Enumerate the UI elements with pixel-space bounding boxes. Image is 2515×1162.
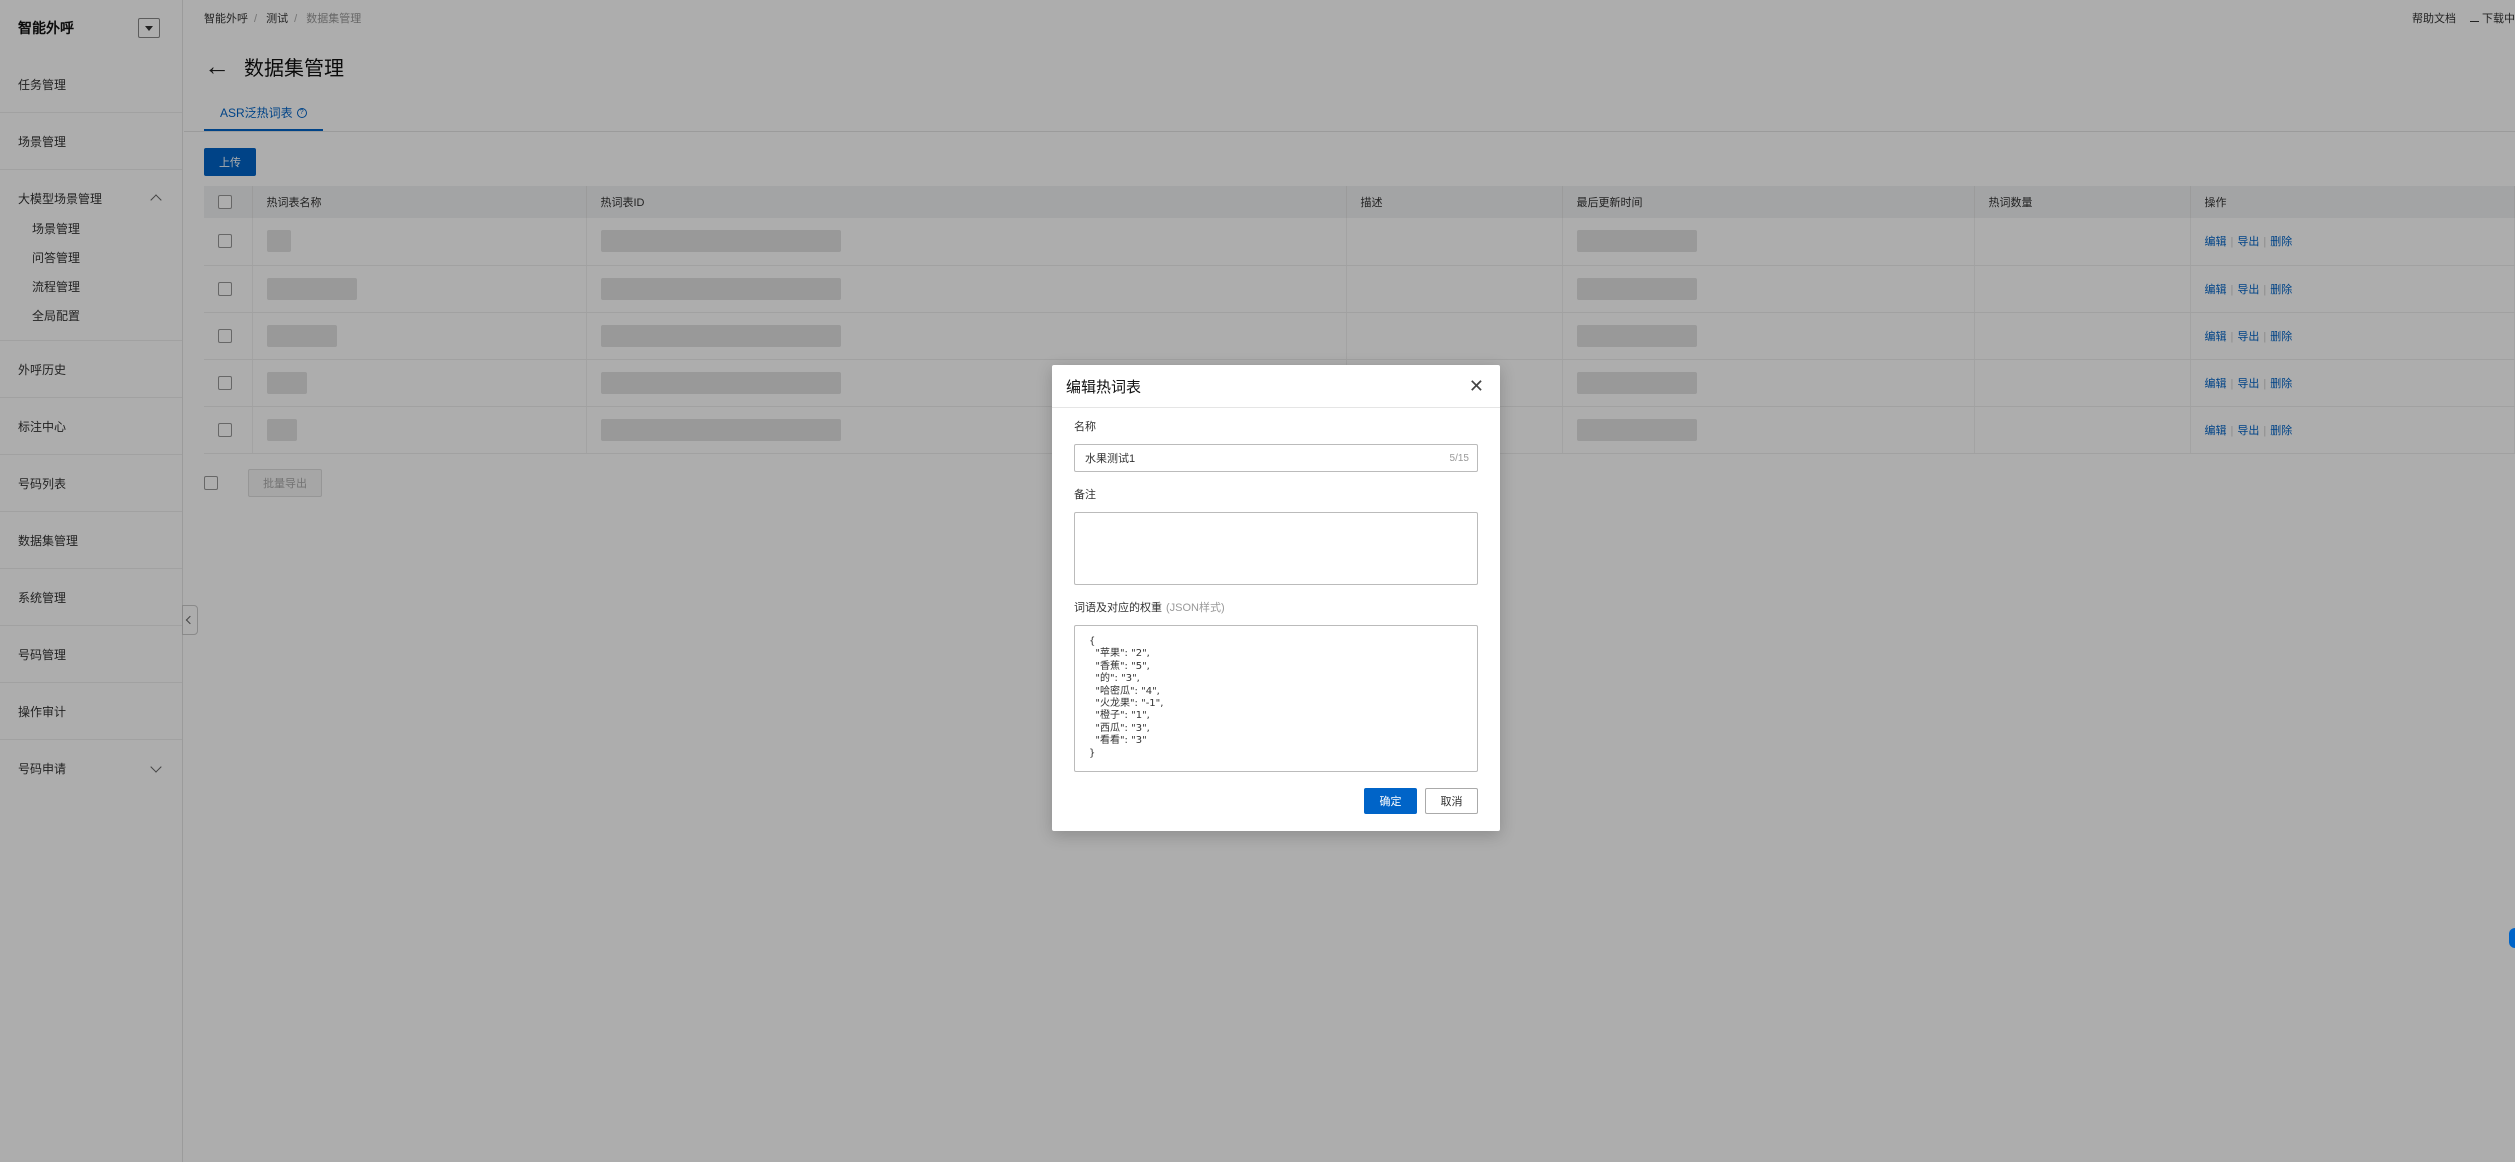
cancel-button[interactable]: 取消 [1425, 788, 1478, 814]
name-char-count: 5/15 [1449, 452, 1469, 464]
close-icon[interactable]: ✕ [1469, 376, 1484, 397]
confirm-button[interactable]: 确定 [1364, 788, 1417, 814]
edit-hotword-dialog: 编辑热词表 ✕ 名称 水果测试1 5/15 备注 词语及对应的权重 (JSON样式… [1052, 365, 1500, 831]
name-field[interactable]: 水果测试1 5/15 [1074, 444, 1478, 472]
dialog-header: 编辑热词表 ✕ [1052, 365, 1500, 408]
weights-json-textarea[interactable]: { "苹果": "2", "香蕉": "5", "的": "3", "哈密瓜":… [1074, 625, 1478, 772]
weights-label: 词语及对应的权重 (JSON样式) [1074, 599, 1478, 615]
dialog-body: 名称 水果测试1 5/15 备注 词语及对应的权重 (JSON样式) { "苹果"… [1052, 408, 1500, 772]
dialog-title: 编辑热词表 [1066, 378, 1142, 396]
weights-hint: (JSON样式) [1166, 602, 1225, 614]
weights-label-text: 词语及对应的权重 [1074, 602, 1162, 614]
floating-widget[interactable] [2509, 928, 2515, 948]
name-label: 名称 [1074, 421, 1096, 433]
remark-label: 备注 [1074, 489, 1096, 501]
dialog-footer: 确定 取消 [1364, 788, 1478, 814]
name-value: 水果测试1 [1085, 453, 1136, 465]
remark-textarea[interactable] [1074, 512, 1478, 585]
